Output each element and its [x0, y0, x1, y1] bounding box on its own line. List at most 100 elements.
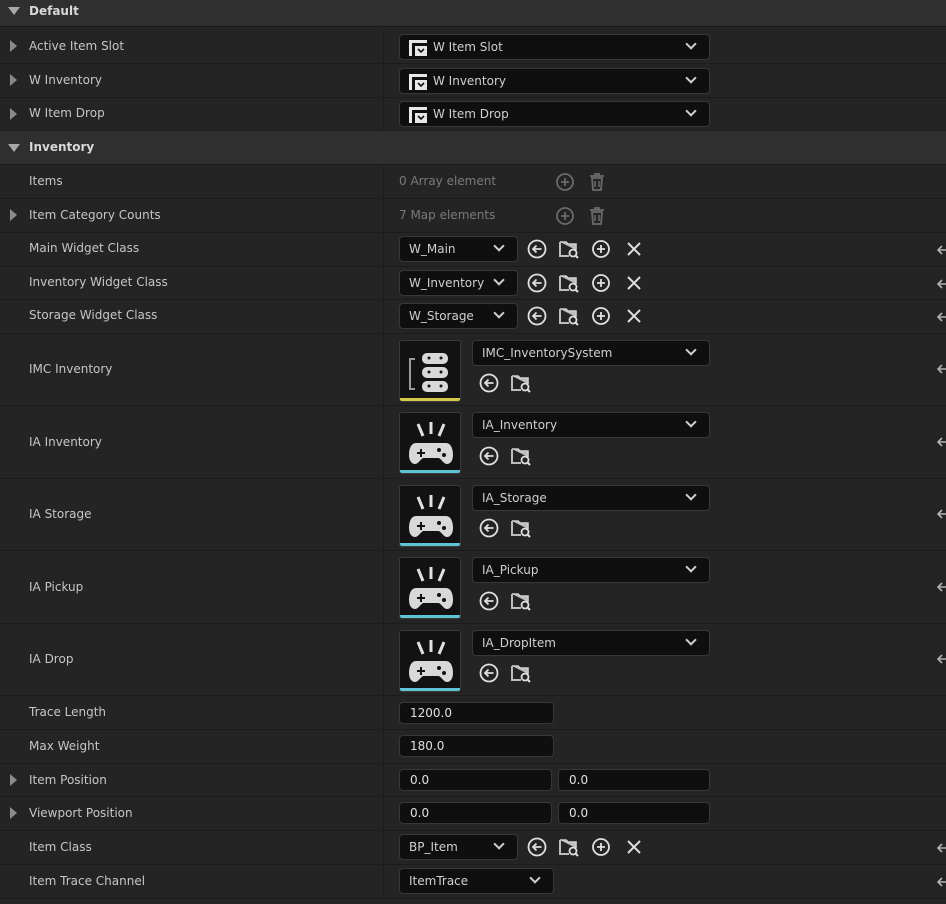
collapse-arrow-icon[interactable] [8, 7, 20, 15]
active-item-slot-combo[interactable]: W Item Slot [399, 34, 710, 60]
use-selected-button[interactable] [526, 305, 548, 327]
use-selected-button[interactable] [478, 372, 500, 394]
w-inventory-combo[interactable]: W Inventory [399, 68, 710, 94]
add-button[interactable] [590, 836, 612, 858]
chevron-down-icon [493, 838, 505, 850]
expand-arrow-icon[interactable] [10, 209, 17, 221]
property-row-imc-inventory: IMC Inventory IMC_InventorySystem [0, 334, 946, 406]
item-position-y-field[interactable]: 0.0 [558, 769, 710, 791]
ia-pickup-combo[interactable]: IA_Pickup [472, 557, 710, 583]
browse-button[interactable] [510, 590, 532, 612]
chevron-down-icon [685, 38, 697, 50]
chevron-down-icon [493, 307, 505, 319]
browse-button[interactable] [510, 662, 532, 684]
asset-thumbnail[interactable] [399, 485, 461, 547]
close-icon [627, 242, 641, 256]
property-row-item-class: Item Class BP_Item [0, 831, 946, 865]
reset-to-default-icon[interactable] [936, 580, 946, 594]
add-button[interactable] [590, 272, 612, 294]
use-selected-button[interactable] [478, 445, 500, 467]
clear-button[interactable] [623, 305, 645, 327]
category-default[interactable]: Default [0, 0, 946, 27]
reset-to-default-icon[interactable] [936, 277, 946, 291]
trace-length-field[interactable]: 1200.0 [399, 702, 554, 724]
property-label: W Inventory [29, 73, 102, 87]
property-row-inventory-widget-class: Inventory Widget Class W_Inventory [0, 267, 946, 300]
reset-to-default-icon[interactable] [936, 243, 946, 257]
add-button[interactable] [590, 238, 612, 260]
use-selected-button[interactable] [478, 517, 500, 539]
use-selected-button[interactable] [478, 590, 500, 612]
property-label: Max Weight [29, 739, 100, 753]
arrow-left-circle-icon [479, 373, 499, 393]
delete-all-button[interactable] [586, 171, 608, 193]
add-element-button[interactable] [554, 171, 576, 193]
item-class-combo[interactable]: BP_Item [399, 834, 518, 860]
reset-to-default-icon[interactable] [936, 875, 946, 889]
property-row-w-inventory: W Inventory W Inventory [0, 64, 946, 98]
use-selected-button[interactable] [478, 662, 500, 684]
inventory-widget-class-combo[interactable]: W_Inventory [399, 270, 518, 296]
w-item-drop-combo[interactable]: W Item Drop [399, 101, 710, 127]
max-weight-field[interactable]: 180.0 [399, 735, 554, 757]
browse-button[interactable] [510, 445, 532, 467]
use-selected-button[interactable] [526, 836, 548, 858]
expand-arrow-icon[interactable] [10, 74, 17, 86]
property-label: Trace Length [29, 705, 107, 719]
asset-thumbnail[interactable] [399, 630, 461, 692]
input-mapping-context-icon [409, 353, 448, 392]
reset-to-default-icon[interactable] [936, 507, 946, 521]
reset-to-default-icon[interactable] [936, 362, 946, 376]
reset-to-default-icon[interactable] [936, 841, 946, 855]
expand-arrow-icon[interactable] [10, 774, 17, 786]
chevron-down-icon [685, 489, 697, 501]
property-label: Item Class [29, 840, 92, 854]
ia-drop-combo[interactable]: IA_DropItem [472, 630, 710, 656]
expand-arrow-icon[interactable] [10, 807, 17, 819]
storage-widget-class-combo[interactable]: W_Storage [399, 303, 518, 329]
property-row-item-trace-channel: Item Trace Channel ItemTrace [0, 865, 946, 899]
ia-inventory-combo[interactable]: IA_Inventory [472, 412, 710, 438]
reset-to-default-icon[interactable] [936, 435, 946, 449]
main-widget-class-combo[interactable]: W_Main [399, 236, 518, 262]
gamepad-icon [409, 640, 453, 682]
browse-button[interactable] [510, 517, 532, 539]
category-inventory[interactable]: Inventory [0, 131, 946, 165]
clear-button[interactable] [623, 238, 645, 260]
category-label: Default [29, 4, 79, 18]
item-trace-channel-combo[interactable]: ItemTrace [399, 868, 554, 894]
chevron-down-icon [685, 634, 697, 646]
asset-thumbnail[interactable] [399, 557, 461, 619]
property-label: Inventory Widget Class [29, 275, 168, 289]
browse-button[interactable] [558, 272, 580, 294]
asset-thumbnail[interactable] [399, 412, 461, 474]
add-element-button[interactable] [554, 205, 576, 227]
arrow-left-circle-icon [527, 837, 547, 857]
ia-storage-combo[interactable]: IA_Storage [472, 485, 710, 511]
browse-button[interactable] [558, 836, 580, 858]
use-selected-button[interactable] [526, 272, 548, 294]
browse-button[interactable] [558, 238, 580, 260]
collapse-arrow-icon[interactable] [8, 144, 20, 152]
delete-all-button[interactable] [586, 205, 608, 227]
viewport-position-y-field[interactable]: 0.0 [558, 802, 710, 824]
browse-button[interactable] [558, 305, 580, 327]
gamepad-icon [409, 567, 453, 609]
property-label: Active Item Slot [29, 39, 125, 53]
clear-button[interactable] [623, 836, 645, 858]
property-row-active-item-slot: Active Item Slot W Item Slot [0, 30, 946, 64]
add-button[interactable] [590, 305, 612, 327]
chevron-down-icon [685, 561, 697, 573]
imc-inventory-combo[interactable]: IMC_InventorySystem [472, 340, 710, 366]
viewport-position-x-field[interactable]: 0.0 [399, 802, 552, 824]
reset-to-default-icon[interactable] [936, 310, 946, 324]
browse-button[interactable] [510, 372, 532, 394]
clear-button[interactable] [623, 272, 645, 294]
arrow-left-circle-icon [479, 591, 499, 611]
use-selected-button[interactable] [526, 238, 548, 260]
asset-thumbnail[interactable] [399, 340, 461, 402]
expand-arrow-icon[interactable] [10, 40, 17, 52]
item-position-x-field[interactable]: 0.0 [399, 769, 552, 791]
reset-to-default-icon[interactable] [936, 652, 946, 666]
expand-arrow-icon[interactable] [10, 108, 17, 120]
